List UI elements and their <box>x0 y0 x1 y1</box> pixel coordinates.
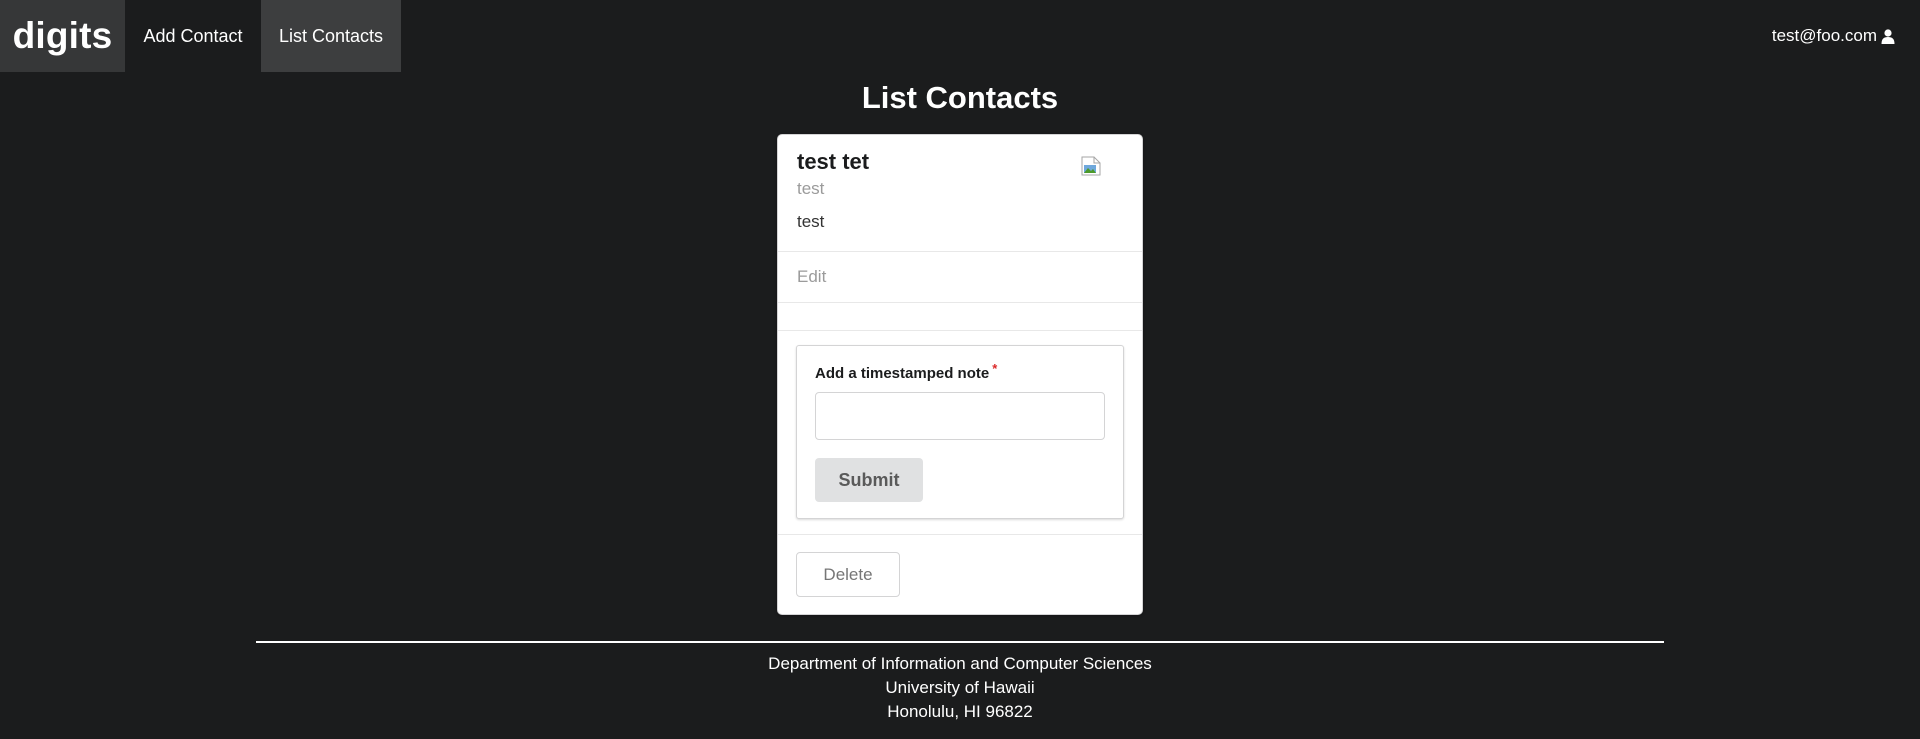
top-menu: digits Add Contact List Contacts test@fo… <box>0 0 1920 72</box>
user-email: test@foo.com <box>1771 26 1877 45</box>
delete-button[interactable]: Delete <box>796 552 900 597</box>
footer-department: Department of Information and Computer S… <box>768 654 1152 673</box>
add-note-form: Add a timestamped note * Submit <box>796 345 1124 519</box>
submit-button[interactable]: Submit <box>815 458 923 502</box>
card-content: test tet test test <box>778 135 1142 252</box>
brand-logo[interactable]: digits <box>0 0 125 72</box>
nav-list-contacts[interactable]: List Contacts <box>261 0 401 72</box>
footer: Department of Information and Computer S… <box>0 652 1920 724</box>
contact-description: test <box>797 212 825 231</box>
footer-divider <box>256 641 1664 643</box>
card-divider <box>778 302 1142 303</box>
user-icon <box>1881 28 1895 44</box>
card-divider <box>778 330 1142 331</box>
nav-add-contact[interactable]: Add Contact <box>125 0 261 72</box>
user-dropdown[interactable]: test@foo.com <box>1772 0 1920 72</box>
page-title: List Contacts <box>861 80 1059 115</box>
required-marker: * <box>992 361 998 376</box>
edit-link[interactable]: Edit <box>797 267 826 287</box>
contact-meta: test <box>797 179 825 198</box>
note-label-text: Add a timestamped note <box>815 365 990 382</box>
footer-university: University of Hawaii <box>885 678 1035 697</box>
contact-name: test tet <box>797 149 870 174</box>
broken-image-icon <box>1080 155 1102 177</box>
note-input[interactable] <box>815 392 1105 440</box>
footer-address: Honolulu, HI 96822 <box>887 702 1033 721</box>
note-label: Add a timestamped note * <box>815 361 997 382</box>
card-divider <box>778 534 1142 535</box>
card-divider <box>778 251 1142 252</box>
contact-card: test tet test test Edit Add a timestampe… <box>777 134 1143 615</box>
